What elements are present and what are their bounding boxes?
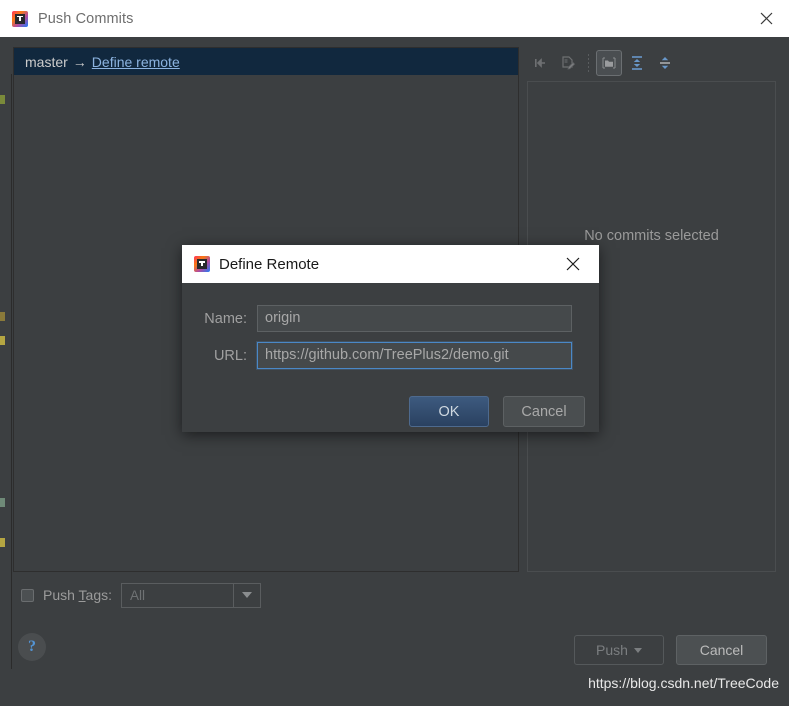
push-tags-combo[interactable]: All	[121, 582, 262, 608]
help-button[interactable]: ?	[18, 633, 46, 661]
name-input[interactable]: origin	[257, 305, 572, 332]
branch-name: master	[25, 53, 68, 70]
push-button-label: Push	[596, 642, 628, 658]
watermark-bar: https://blog.csdn.net/TreeCode	[0, 669, 789, 706]
editor-gutter-mark	[0, 95, 5, 104]
url-input[interactable]: https://github.com/TreePlus2/demo.git	[257, 342, 572, 369]
dialog-close-button[interactable]	[553, 245, 593, 283]
collapse-selection-icon-button[interactable]	[527, 50, 553, 76]
editor-gutter-mark	[0, 498, 5, 507]
push-tags-checkbox[interactable]	[21, 588, 34, 602]
push-dropdown-caret-icon	[633, 647, 642, 653]
push-tags-combo-arrow[interactable]	[233, 583, 260, 607]
push-tags-label: Push Tags:	[43, 587, 112, 603]
dialog-ok-button[interactable]: OK	[409, 396, 489, 427]
expand-all-icon-button[interactable]	[624, 50, 650, 76]
background-editor-divider	[11, 74, 12, 669]
push-tags-label-after: ags:	[85, 587, 113, 603]
watermark-text: https://blog.csdn.net/TreeCode	[588, 675, 779, 691]
chevron-down-icon	[242, 591, 253, 598]
push-tags-row: Push Tags: All	[21, 582, 262, 608]
define-remote-link[interactable]: Define remote	[92, 54, 180, 70]
collapse-all-icon-button[interactable]	[652, 50, 678, 76]
dialog-titlebar: Define Remote	[182, 245, 599, 283]
expand-icon	[632, 56, 642, 70]
push-button[interactable]: Push	[574, 635, 664, 665]
push-tags-label-mnemonic: T	[78, 587, 86, 603]
define-remote-dialog: Define Remote Name: origin URL: https://…	[182, 245, 599, 432]
editor-gutter-mark	[0, 336, 5, 345]
dialog-title: Define Remote	[219, 255, 320, 273]
dialog-intellij-idea-logo-icon	[194, 256, 210, 272]
dialog-cancel-button[interactable]: Cancel	[503, 396, 585, 427]
cancel-button[interactable]: Cancel	[676, 635, 767, 665]
collapse-icon	[660, 57, 670, 69]
folder-icon	[602, 57, 616, 69]
push-tags-label-before: Push	[43, 587, 79, 603]
editor-gutter-mark	[0, 312, 5, 321]
editor-gutter-mark	[0, 538, 5, 547]
window-titlebar: Push Commits	[0, 0, 789, 38]
arrow-to-left-icon	[535, 58, 545, 68]
cancel-button-label: Cancel	[699, 642, 744, 658]
name-field-label: Name:	[204, 310, 247, 327]
name-field-row: Name: origin	[182, 305, 572, 332]
url-field-row: URL: https://github.com/TreePlus2/demo.g…	[182, 342, 572, 369]
intellij-idea-logo-icon	[12, 10, 28, 27]
close-icon	[566, 257, 580, 271]
close-icon	[760, 12, 772, 24]
arrow-icon: →	[72, 53, 87, 70]
push-tags-combo-value: All	[130, 587, 146, 603]
url-field-label: URL:	[213, 347, 247, 364]
file-edit-icon	[562, 56, 576, 70]
toolbar-separator	[588, 54, 589, 72]
window-title: Push Commits	[38, 10, 134, 27]
dialog-body: Name: origin URL: https://github.com/Tre…	[182, 283, 599, 432]
group-by-directory-icon-button[interactable]	[596, 50, 622, 76]
window-close-button[interactable]	[743, 0, 789, 36]
details-toolbar	[527, 47, 776, 79]
show-diff-icon-button[interactable]	[555, 50, 581, 76]
commit-row-master[interactable]: master → Define remote	[14, 48, 518, 75]
no-commits-message: No commits selected	[584, 228, 719, 244]
